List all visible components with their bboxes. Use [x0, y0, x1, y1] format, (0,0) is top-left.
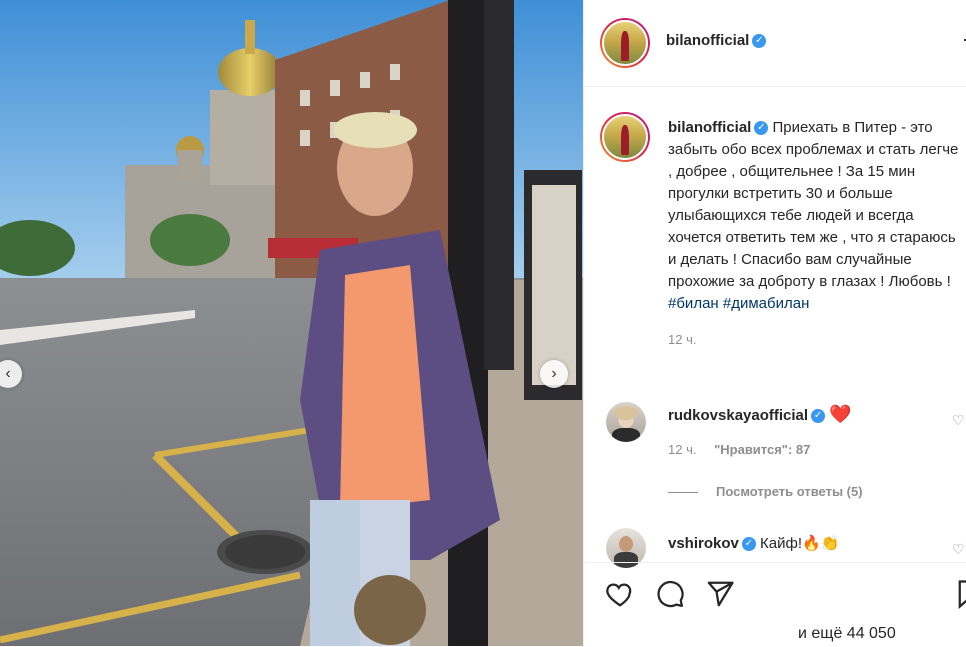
verified-badge-icon: ✓ — [741, 537, 756, 552]
heart-icon[interactable] — [604, 579, 636, 609]
verified-badge-icon: ✓ — [811, 409, 826, 424]
photo-illustration — [0, 0, 583, 646]
comment-like-heart-icon[interactable]: ♡ — [952, 541, 965, 558]
post-sidebar: bilanofficial✓ ⋯ bilanofficial✓ Приехать… — [583, 0, 966, 646]
post-actions — [584, 562, 966, 647]
post-header: bilanofficial✓ ⋯ — [584, 0, 966, 87]
share-icon[interactable] — [704, 579, 736, 609]
verified-badge-icon: ✓ — [752, 33, 767, 48]
divider-line — [668, 492, 698, 494]
chevron-right-icon: › — [551, 365, 557, 382]
comment-likes[interactable]: "Нравится": 87 — [714, 442, 810, 457]
caption-text: Приехать в Питер - это забыть обо всех п… — [668, 119, 959, 290]
comment: rudkovskayaofficial ✓ ❤️ — [668, 404, 852, 425]
post-time[interactable]: 12 ч. — [668, 332, 696, 347]
post-caption: bilanofficial ✓ Приехать в Питер - это за… — [668, 117, 963, 351]
likes-count[interactable]: и ещё 44 050 — [798, 625, 896, 643]
caption-avatar[interactable] — [600, 112, 650, 162]
more-options-icon[interactable]: ⋯ — [962, 30, 966, 51]
post-photo[interactable]: ‹ › — [0, 0, 583, 646]
next-photo-button[interactable]: › — [540, 360, 568, 388]
comment-like-heart-icon[interactable]: ♡ — [952, 412, 965, 429]
comment-text: ❤️ — [829, 404, 852, 424]
comment-username[interactable]: vshirokov — [668, 535, 739, 552]
chevron-left-icon: ‹ — [5, 365, 11, 382]
comment-avatar[interactable] — [606, 402, 646, 442]
verified-badge-icon: ✓ — [754, 121, 769, 136]
comment-icon[interactable] — [654, 579, 686, 609]
comment-time[interactable]: 12 ч. — [668, 442, 696, 457]
comment-meta: 12 ч. "Нравится": 87 — [668, 442, 810, 457]
caption-username[interactable]: bilanofficial — [668, 119, 751, 136]
comment-text: Кайф!🔥👏 — [760, 535, 840, 552]
comment-username[interactable]: rudkovskayaofficial — [668, 407, 808, 424]
view-replies-button[interactable]: Посмотреть ответы (5) — [668, 484, 863, 499]
author-avatar[interactable] — [600, 18, 650, 68]
hashtag-link[interactable]: #билан — [668, 295, 719, 312]
bookmark-icon[interactable] — [956, 579, 966, 609]
comment: vshirokov ✓ Кайф!🔥👏 — [668, 534, 839, 552]
hashtag-link[interactable]: #димабилан — [723, 295, 809, 312]
author-username[interactable]: bilanofficial — [666, 32, 749, 49]
